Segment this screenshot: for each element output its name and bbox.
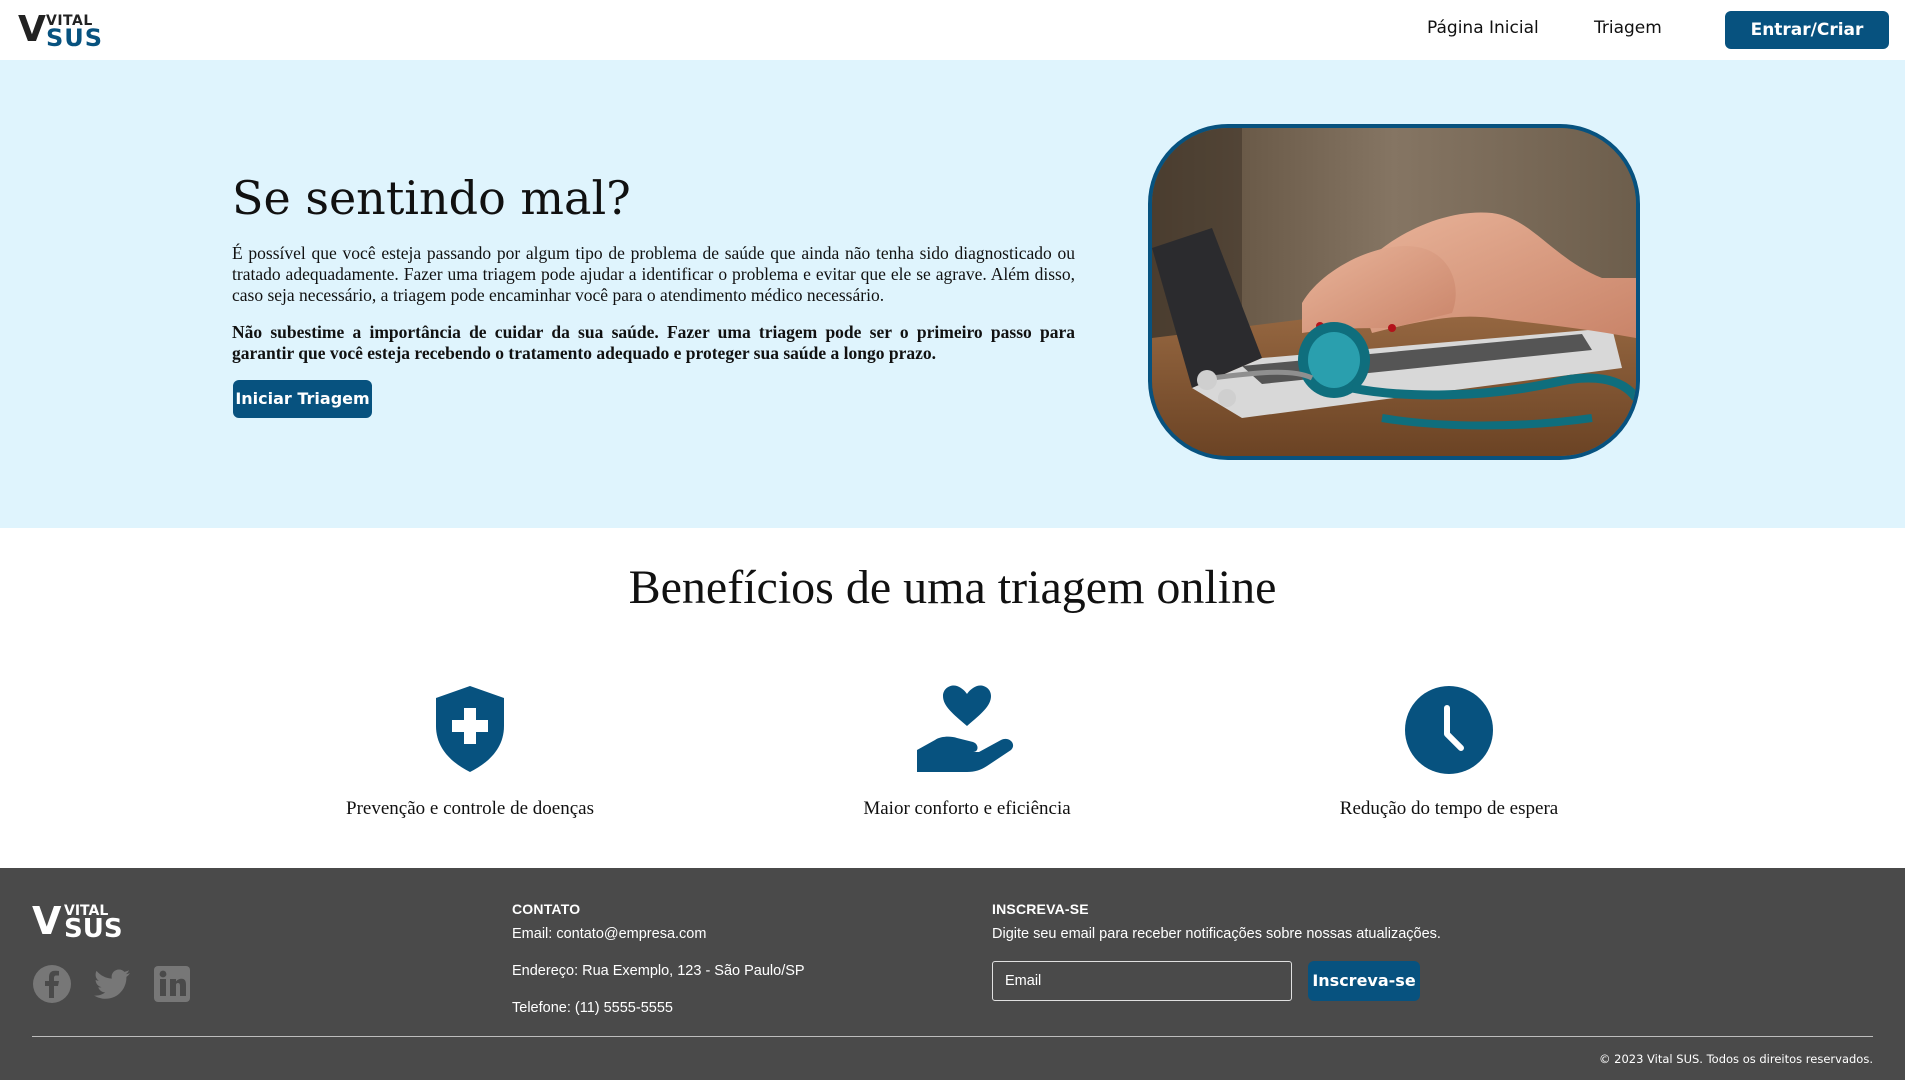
copyright-text: © 2023 Vital SUS. Todos os direitos rese… xyxy=(1598,1052,1873,1066)
newsletter-title: INSCREVA-SE xyxy=(992,901,1089,917)
benefit-label: Prevenção e controle de doenças xyxy=(346,798,594,819)
top-navbar: V VITAL SUS Página Inicial Triagem Entra… xyxy=(0,0,1905,78)
hand-heart-icon xyxy=(917,684,1017,774)
hero-title: Se sentindo mal? xyxy=(232,171,631,225)
newsletter-subscribe-button[interactable]: Inscreva-se xyxy=(1308,961,1420,1001)
logo-sus: SUS xyxy=(46,24,104,52)
footer-logo: V VITAL SUS xyxy=(32,899,132,944)
logo-sus: SUS xyxy=(64,914,123,944)
benefits-title: Benefícios de uma triagem online xyxy=(628,561,1277,614)
benefit-prevention: Prevenção e controle de doenças xyxy=(270,684,670,819)
facebook-icon[interactable] xyxy=(32,964,72,1004)
hero-section: Se sentindo mal? É possível que você est… xyxy=(0,60,1905,528)
brand-logo[interactable]: V VITAL SUS xyxy=(18,9,108,53)
twitter-icon[interactable] xyxy=(92,964,132,1004)
benefit-label: Redução do tempo de espera xyxy=(1339,798,1559,819)
logo-v: V xyxy=(18,9,46,50)
footer-divider xyxy=(32,1036,1873,1037)
benefit-wait-time: Redução do tempo de espera xyxy=(1249,684,1649,819)
benefit-label: Maior conforto e eficiência xyxy=(863,798,1071,819)
contact-address: Endereço: Rua Exemplo, 123 - São Paulo/S… xyxy=(512,963,805,979)
nav-triage-link[interactable]: Triagem xyxy=(1594,18,1662,38)
footer: V VITAL SUS CONTATO Email: contato@empre… xyxy=(0,868,1905,1080)
clock-icon xyxy=(1399,684,1499,774)
contact-phone: Telefone: (11) 5555-5555 xyxy=(512,1000,673,1016)
contact-email: Email: contato@empresa.com xyxy=(512,926,707,942)
hero-image xyxy=(1148,124,1640,460)
benefit-comfort: Maior conforto e eficiência xyxy=(767,684,1167,819)
newsletter-description: Digite seu email para receber notificaçõ… xyxy=(992,926,1441,942)
logo-v: V xyxy=(32,899,62,943)
nav-home-link[interactable]: Página Inicial xyxy=(1427,18,1539,38)
hero-paragraph: É possível que você esteja passando por … xyxy=(232,243,1075,305)
laptop-stethoscope-illustration xyxy=(1152,128,1636,456)
newsletter-email-input[interactable]: Email xyxy=(992,961,1292,1001)
hero-emphasis: Não subestime a importância de cuidar da… xyxy=(232,322,1075,363)
start-triage-button[interactable]: Iniciar Triagem xyxy=(233,380,372,418)
shield-plus-icon xyxy=(420,684,520,774)
linkedin-icon[interactable] xyxy=(152,964,192,1004)
login-button[interactable]: Entrar/Criar conta xyxy=(1725,11,1889,78)
contact-title: CONTATO xyxy=(512,901,581,917)
